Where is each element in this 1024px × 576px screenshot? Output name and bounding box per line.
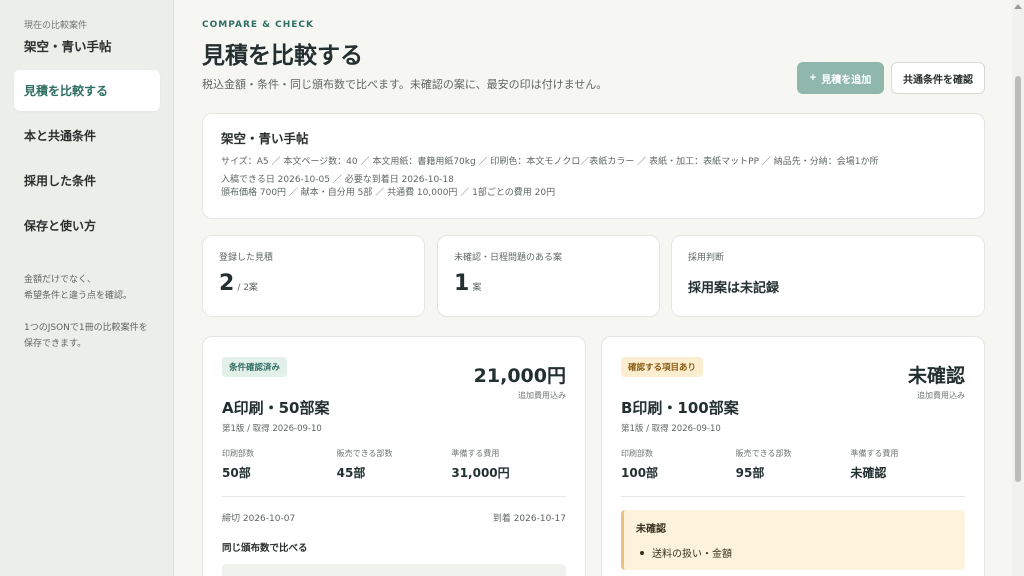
- sidebar-item-label: 見積を比較する: [24, 84, 109, 98]
- spec-line: サイズ：A5 ／ 本文ページ数：40 ／ 本文用紙：書籍用紙70kg ／ 印刷色…: [221, 157, 879, 167]
- alert-item-text: 送料の扱い・金額: [652, 549, 732, 560]
- quote-amount: 21,000円: [473, 365, 566, 387]
- figure-label: 準備する費用: [850, 449, 899, 458]
- sidebar: 現在の比較案件 架空・青い手帖 見積を比較する 本と共通条件 採用した条件 保存…: [0, 0, 174, 576]
- registered-total: / 2案: [237, 283, 258, 293]
- alert-title: 未確認: [636, 524, 666, 535]
- sidebar-note-line: 保存できます。: [24, 339, 87, 349]
- scrollbar-thumb[interactable]: [1015, 76, 1021, 482]
- deadline-date: 締切 2026-10-07: [222, 514, 296, 524]
- alert-item: 送料の扱い・金額: [636, 545, 953, 560]
- book-title: 架空・青い手帖: [221, 131, 309, 146]
- figure-value: 45部: [336, 466, 366, 480]
- stat-label: 登録した見積: [219, 253, 274, 263]
- stat-registered: 登録した見積 2 / 2案: [202, 235, 425, 317]
- plus-icon: +: [809, 72, 817, 84]
- figure-sellable: 販売できる部数 95部: [736, 448, 851, 481]
- quote-dates: 締切 2026-10-07 到着 2026-10-17: [222, 511, 566, 524]
- sidebar-item-label: 保存と使い方: [24, 219, 97, 233]
- book-conditions-card: 架空・青い手帖 サイズ：A5 ／ 本文ページ数：40 ／ 本文用紙：書籍用紙70…: [202, 113, 985, 219]
- figure-label: 販売できる部数: [336, 449, 393, 458]
- stat-decision: 採用判断 採用案は未記録: [671, 235, 985, 317]
- add-quote-button[interactable]: + 見積を追加: [797, 62, 884, 94]
- check-common-conditions-button[interactable]: 共通条件を確認: [891, 62, 985, 94]
- quote-figures: 印刷部数 100部 販売できる部数 95部 準備する費用 未確認: [621, 448, 965, 481]
- figure-cost: 準備する費用 未確認: [850, 448, 965, 481]
- figure-print-count: 印刷部数 100部: [621, 448, 736, 481]
- sidebar-item-adopted[interactable]: 採用した条件: [14, 160, 160, 201]
- figure-label: 販売できる部数: [735, 449, 792, 458]
- quote-card-a: 条件確認済み 21,000円 追加費用込み A印刷・50部案 第1版 / 取得 …: [202, 336, 586, 576]
- quote-meta: 第1版 / 取得 2026-09-10: [222, 424, 322, 434]
- sidebar-item-label: 本と共通条件: [24, 129, 97, 143]
- quote-amount: 未確認: [907, 365, 965, 387]
- stat-value: 2 / 2案: [219, 271, 408, 296]
- figure-value: 100部: [621, 466, 659, 480]
- stat-unconfirmed: 未確認・日程問題のある案 1 案: [437, 235, 660, 317]
- sidebar-project-name: 架空・青い手帖: [24, 39, 112, 54]
- divider: [621, 496, 965, 497]
- quote-amount-note: 追加費用込み: [518, 391, 566, 400]
- quote-card-b: 確認する項目あり 未確認 追加費用込み B印刷・100部案 第1版 / 取得 2…: [601, 336, 985, 576]
- bullet-icon: [640, 550, 644, 555]
- quote-meta: 第1版 / 取得 2026-09-10: [621, 424, 721, 434]
- price-line: 頒布価格 700円 ／ 献本・自分用 5部 ／ 共通費 10,000円 ／ 1部…: [221, 188, 556, 198]
- figure-sellable: 販売できる部数 45部: [337, 448, 452, 481]
- figure-value: 31,000円: [451, 466, 510, 480]
- unconfirmed-unit: 案: [472, 283, 482, 293]
- figure-label: 印刷部数: [621, 449, 653, 458]
- sidebar-item-compare[interactable]: 見積を比較する: [14, 70, 160, 111]
- sidebar-note-line: 金額だけでなく、: [24, 275, 97, 285]
- arrival-date: 到着 2026-10-17: [492, 514, 566, 524]
- same-distribution-title: 同じ頒布数で比べる: [222, 543, 308, 554]
- quote-name: B印刷・100部案: [621, 399, 739, 417]
- sidebar-note-save: 1つのJSONで1冊の比較案件を 保存できます。: [24, 320, 159, 352]
- sidebar-note-line: 希望条件と違う点を確認。: [24, 291, 133, 301]
- figure-value: 未確認: [850, 466, 887, 480]
- sidebar-note-line: 1つのJSONで1冊の比較案件を: [24, 323, 148, 333]
- stat-value: 1 案: [454, 271, 643, 296]
- quote-figures: 印刷部数 50部 販売できる部数 45部 準備する費用 31,000円: [222, 448, 566, 481]
- section-eyebrow: COMPARE & CHECK: [202, 20, 315, 30]
- registered-count: 2: [219, 271, 235, 296]
- status-badge: 条件確認済み: [222, 357, 288, 377]
- sidebar-item-save-help[interactable]: 保存と使い方: [14, 205, 160, 246]
- page-title: 見積を比較する: [202, 43, 363, 69]
- figure-print-count: 印刷部数 50部: [222, 448, 337, 481]
- sidebar-item-book-conditions[interactable]: 本と共通条件: [14, 115, 160, 156]
- sidebar-note-compare: 金額だけでなく、 希望条件と違う点を確認。: [24, 272, 159, 304]
- sidebar-item-label: 採用した条件: [24, 174, 97, 188]
- figure-value: 50部: [222, 466, 251, 480]
- sidebar-nav: 見積を比較する 本と共通条件 採用した条件 保存と使い方: [14, 70, 160, 250]
- sidebar-eyebrow: 現在の比較案件: [24, 21, 88, 31]
- add-quote-label: 見積を追加: [821, 74, 872, 86]
- unconfirmed-count: 1: [454, 271, 470, 296]
- stat-label: 未確認・日程問題のある案: [454, 253, 563, 263]
- same-distribution-table-header: 頒布 残部 収支: [222, 564, 566, 576]
- scroll-up-arrow-icon[interactable]: [1014, 4, 1022, 9]
- stat-label: 採用判断: [688, 253, 725, 263]
- figure-value: 95部: [735, 466, 765, 480]
- divider: [222, 496, 566, 497]
- page-subtitle: 税込金額・条件・同じ頒布数で比べます。未確認の案に、最安の印は付けません。: [202, 78, 608, 91]
- quote-amount-note: 追加費用込み: [917, 391, 965, 400]
- figure-label: 印刷部数: [222, 449, 254, 458]
- schedule-line: 入稿できる日 2026-10-05 ／ 必要な到着日 2026-10-18: [221, 175, 454, 185]
- status-badge: 確認する項目あり: [621, 357, 704, 377]
- unconfirmed-alert: 未確認 送料の扱い・金額: [621, 510, 965, 570]
- quote-name: A印刷・50部案: [222, 399, 330, 417]
- main-content: COMPARE & CHECK 見積を比較する 税込金額・条件・同じ頒布数で比べ…: [174, 0, 1012, 576]
- figure-label: 準備する費用: [451, 449, 500, 458]
- check-common-conditions-label: 共通条件を確認: [903, 74, 973, 86]
- decision-value: 採用案は未記録: [688, 281, 780, 296]
- figure-cost: 準備する費用 31,000円: [451, 448, 566, 481]
